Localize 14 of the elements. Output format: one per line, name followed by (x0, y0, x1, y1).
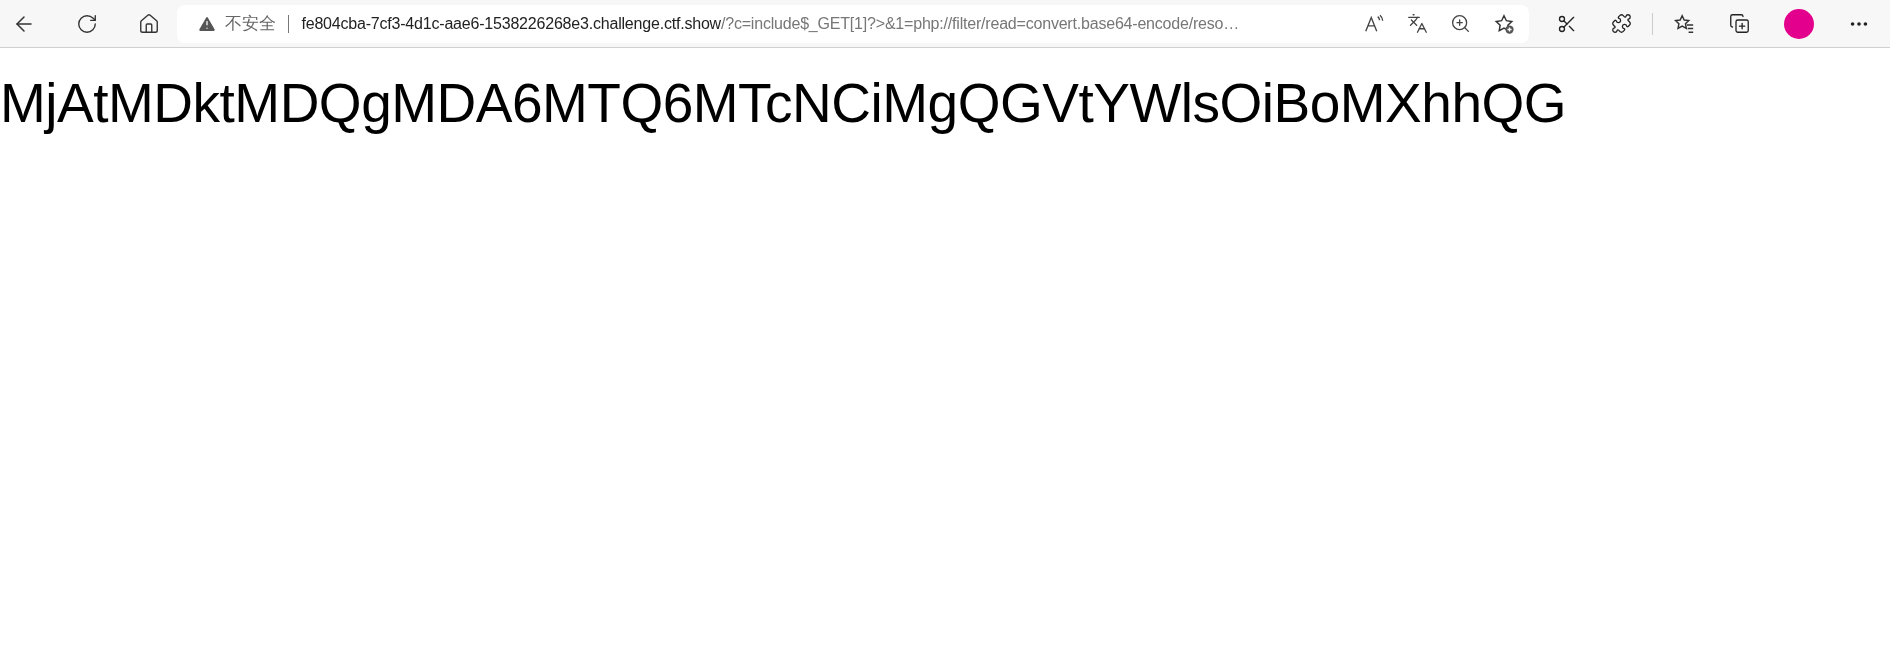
extensions-icon[interactable] (1611, 13, 1632, 34)
security-label[interactable]: 不安全 (225, 10, 277, 37)
home-icon[interactable] (138, 12, 160, 35)
url-host: fe804cba-7cf3-4d1c-aae6-1538226268e3.challenge.ctf.show (301, 13, 721, 34)
translate-icon[interactable] (1407, 13, 1428, 34)
scissors-icon[interactable] (1557, 13, 1577, 34)
url-path: /?c=include$_GET[1]?>&1=php://filter/read=convert.base64-encode/reso… (721, 13, 1240, 34)
favorites-icon[interactable] (1673, 12, 1695, 35)
zoom-icon[interactable] (1450, 13, 1471, 34)
refresh-icon[interactable] (76, 12, 98, 35)
address-field[interactable]: 不安全 fe804cba-7cf3-4d1c-aae6-1538226268e3.challenge.ctf.show/?c=include$_GET[1]?>&1=php://filter/read=convert.base64-encode/reso… (177, 4, 1529, 43)
profile-avatar[interactable] (1784, 8, 1814, 39)
add-favorite-icon[interactable] (1493, 12, 1515, 35)
collections-icon[interactable] (1729, 13, 1750, 34)
